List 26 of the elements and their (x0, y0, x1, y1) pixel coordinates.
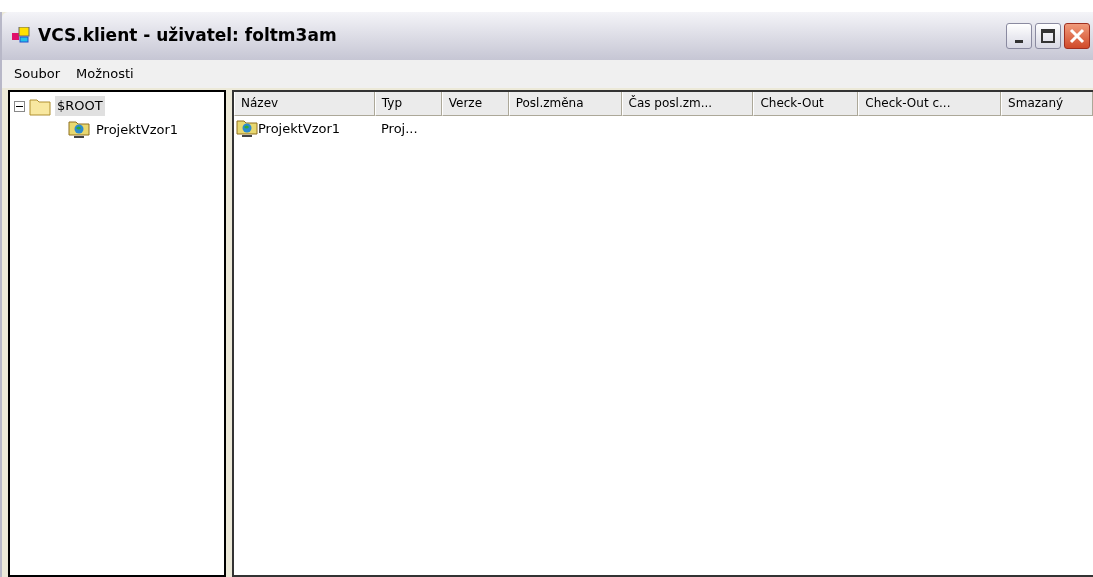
globe-folder-icon (236, 119, 258, 139)
menu-item[interactable]: Soubor (8, 64, 66, 84)
column-header[interactable]: Smazaný (1001, 92, 1093, 116)
close-button[interactable] (1064, 23, 1090, 49)
globe-folder-icon (68, 120, 90, 140)
column-header[interactable]: Check-Out (753, 92, 859, 116)
folder-icon (29, 96, 51, 116)
window-title: VCS.klient - uživatel: foltm3am (38, 24, 338, 48)
column-header[interactable]: Čas posl.zm... (621, 92, 754, 116)
app-icon (12, 27, 32, 45)
table-cell-text: Proj... (381, 120, 418, 139)
column-header[interactable]: Název (234, 92, 375, 116)
column-header[interactable]: Check-Out c... (858, 92, 1002, 116)
close-icon (1069, 28, 1085, 44)
tree-item[interactable]: $ROOT (55, 96, 105, 116)
column-header[interactable]: Verze (441, 92, 509, 116)
table-cell-text: ProjektVzor1 (258, 120, 341, 139)
column-header[interactable]: Posl.změna (508, 92, 622, 116)
minimize-button[interactable] (1006, 23, 1032, 49)
column-header[interactable]: Typ (374, 92, 442, 116)
maximize-icon (1040, 28, 1056, 44)
maximize-button[interactable] (1035, 23, 1061, 49)
menu-item[interactable]: Možnosti (70, 64, 140, 84)
tree-item[interactable]: ProjektVzor1 (94, 120, 181, 140)
minimize-icon (1015, 39, 1023, 43)
collapse-toggle-icon[interactable] (14, 100, 25, 112)
